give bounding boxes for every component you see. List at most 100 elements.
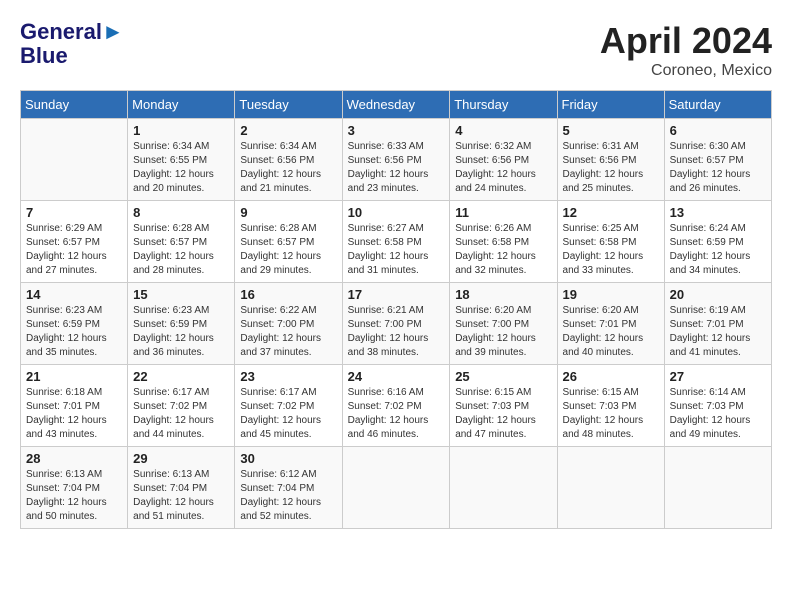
calendar-cell: 27Sunrise: 6:14 AM Sunset: 7:03 PM Dayli… (664, 365, 771, 447)
day-number: 2 (240, 123, 336, 138)
day-info: Sunrise: 6:26 AM Sunset: 6:58 PM Dayligh… (455, 222, 551, 278)
calendar-cell: 7 Sunrise: 6:29 AM Sunset: 6:57 PM Daylig… (21, 201, 128, 283)
day-number: 15 (133, 287, 229, 302)
day-info: Sunrise: 6:18 AM Sunset: 7:01 PM Dayligh… (26, 386, 122, 442)
day-number: 20 (670, 287, 766, 302)
day-number: 12 (563, 205, 659, 220)
weekday-header: Friday (557, 91, 664, 119)
day-info: Sunrise: 6:14 AM Sunset: 7:03 PM Dayligh… (670, 386, 766, 442)
calendar-cell: 19 Sunrise: 6:20 AM Sunset: 7:01 PM Dayli… (557, 283, 664, 365)
day-info: Sunrise: 6:20 AM Sunset: 7:01 PM Dayligh… (563, 304, 659, 360)
logo-text: General►Blue (20, 20, 124, 68)
calendar-week-row: 1Sunrise: 6:34 AM Sunset: 6:55 PM Daylig… (21, 119, 772, 201)
day-info: Sunrise: 6:17 AM Sunset: 7:02 PM Dayligh… (133, 386, 229, 442)
calendar-cell: 30 Sunrise: 6:12 AM Sunset: 7:04 PM Dayli… (235, 447, 342, 529)
day-info: Sunrise: 6:20 AM Sunset: 7:00 PM Dayligh… (455, 304, 551, 360)
day-info: Sunrise: 6:32 AM Sunset: 6:56 PM Dayligh… (455, 140, 551, 196)
day-number: 28 (26, 451, 122, 466)
calendar-week-row: 14 Sunrise: 6:23 AM Sunset: 6:59 PM Dayli… (21, 283, 772, 365)
day-info: Sunrise: 6:29 AM Sunset: 6:57 PM Dayligh… (26, 222, 122, 278)
weekday-header: Saturday (664, 91, 771, 119)
day-info: Sunrise: 6:34 AM Sunset: 6:56 PM Dayligh… (240, 140, 336, 196)
day-number: 29 (133, 451, 229, 466)
calendar-cell: 18 Sunrise: 6:20 AM Sunset: 7:00 PM Dayli… (450, 283, 557, 365)
calendar-cell (342, 447, 450, 529)
day-number: 8 (133, 205, 229, 220)
day-info: Sunrise: 6:28 AM Sunset: 6:57 PM Dayligh… (133, 222, 229, 278)
day-info: Sunrise: 6:12 AM Sunset: 7:04 PM Dayligh… (240, 468, 336, 524)
calendar-cell: 11 Sunrise: 6:26 AM Sunset: 6:58 PM Dayli… (450, 201, 557, 283)
calendar-cell: 17 Sunrise: 6:21 AM Sunset: 7:00 PM Dayli… (342, 283, 450, 365)
day-number: 17 (348, 287, 445, 302)
calendar-week-row: 28 Sunrise: 6:13 AM Sunset: 7:04 PM Dayli… (21, 447, 772, 529)
calendar-cell: 12 Sunrise: 6:25 AM Sunset: 6:58 PM Dayli… (557, 201, 664, 283)
weekday-header: Monday (128, 91, 235, 119)
calendar-cell: 22 Sunrise: 6:17 AM Sunset: 7:02 PM Dayli… (128, 365, 235, 447)
day-info: Sunrise: 6:17 AM Sunset: 7:02 PM Dayligh… (240, 386, 336, 442)
calendar-cell: 15Sunrise: 6:23 AM Sunset: 6:59 PM Dayli… (128, 283, 235, 365)
calendar-cell: 26 Sunrise: 6:15 AM Sunset: 7:03 PM Dayli… (557, 365, 664, 447)
calendar-week-row: 21 Sunrise: 6:18 AM Sunset: 7:01 PM Dayli… (21, 365, 772, 447)
logo: General►Blue (20, 20, 124, 68)
day-info: Sunrise: 6:27 AM Sunset: 6:58 PM Dayligh… (348, 222, 445, 278)
day-number: 21 (26, 369, 122, 384)
day-number: 10 (348, 205, 445, 220)
calendar-cell: 2 Sunrise: 6:34 AM Sunset: 6:56 PM Daylig… (235, 119, 342, 201)
day-number: 14 (26, 287, 122, 302)
weekday-header: Wednesday (342, 91, 450, 119)
day-number: 5 (563, 123, 659, 138)
calendar-cell (557, 447, 664, 529)
day-number: 9 (240, 205, 336, 220)
day-number: 26 (563, 369, 659, 384)
day-number: 25 (455, 369, 551, 384)
weekday-header: Tuesday (235, 91, 342, 119)
calendar-cell (450, 447, 557, 529)
calendar-cell: 20 Sunrise: 6:19 AM Sunset: 7:01 PM Dayli… (664, 283, 771, 365)
title-area: April 2024 Coroneo, Mexico (600, 20, 772, 80)
day-info: Sunrise: 6:23 AM Sunset: 6:59 PM Dayligh… (26, 304, 122, 360)
day-info: Sunrise: 6:15 AM Sunset: 7:03 PM Dayligh… (563, 386, 659, 442)
day-info: Sunrise: 6:25 AM Sunset: 6:58 PM Dayligh… (563, 222, 659, 278)
day-info: Sunrise: 6:28 AM Sunset: 6:57 PM Dayligh… (240, 222, 336, 278)
calendar-cell: 8 Sunrise: 6:28 AM Sunset: 6:57 PM Daylig… (128, 201, 235, 283)
calendar-cell: 9 Sunrise: 6:28 AM Sunset: 6:57 PM Daylig… (235, 201, 342, 283)
day-number: 24 (348, 369, 445, 384)
calendar-cell (21, 119, 128, 201)
calendar-table: SundayMondayTuesdayWednesdayThursdayFrid… (20, 90, 772, 529)
calendar-cell: 4 Sunrise: 6:32 AM Sunset: 6:56 PM Daylig… (450, 119, 557, 201)
day-number: 7 (26, 205, 122, 220)
location-title: Coroneo, Mexico (600, 62, 772, 80)
page-header: General►Blue April 2024 Coroneo, Mexico (20, 20, 772, 80)
day-number: 22 (133, 369, 229, 384)
day-number: 30 (240, 451, 336, 466)
calendar-week-row: 7 Sunrise: 6:29 AM Sunset: 6:57 PM Daylig… (21, 201, 772, 283)
weekday-header: Thursday (450, 91, 557, 119)
calendar-cell: 16Sunrise: 6:22 AM Sunset: 7:00 PM Dayli… (235, 283, 342, 365)
day-number: 3 (348, 123, 445, 138)
calendar-cell: 23 Sunrise: 6:17 AM Sunset: 7:02 PM Dayli… (235, 365, 342, 447)
day-number: 23 (240, 369, 336, 384)
day-info: Sunrise: 6:34 AM Sunset: 6:55 PM Dayligh… (133, 140, 229, 196)
calendar-cell: 1Sunrise: 6:34 AM Sunset: 6:55 PM Daylig… (128, 119, 235, 201)
day-info: Sunrise: 6:21 AM Sunset: 7:00 PM Dayligh… (348, 304, 445, 360)
day-info: Sunrise: 6:15 AM Sunset: 7:03 PM Dayligh… (455, 386, 551, 442)
calendar-cell: 5 Sunrise: 6:31 AM Sunset: 6:56 PM Daylig… (557, 119, 664, 201)
day-info: Sunrise: 6:19 AM Sunset: 7:01 PM Dayligh… (670, 304, 766, 360)
day-info: Sunrise: 6:31 AM Sunset: 6:56 PM Dayligh… (563, 140, 659, 196)
day-number: 13 (670, 205, 766, 220)
day-info: Sunrise: 6:33 AM Sunset: 6:56 PM Dayligh… (348, 140, 445, 196)
day-info: Sunrise: 6:22 AM Sunset: 7:00 PM Dayligh… (240, 304, 336, 360)
calendar-cell: 14 Sunrise: 6:23 AM Sunset: 6:59 PM Dayli… (21, 283, 128, 365)
day-info: Sunrise: 6:13 AM Sunset: 7:04 PM Dayligh… (26, 468, 122, 524)
calendar-cell: 21 Sunrise: 6:18 AM Sunset: 7:01 PM Dayli… (21, 365, 128, 447)
day-number: 4 (455, 123, 551, 138)
calendar-cell: 28 Sunrise: 6:13 AM Sunset: 7:04 PM Dayli… (21, 447, 128, 529)
weekday-header-row: SundayMondayTuesdayWednesdayThursdayFrid… (21, 91, 772, 119)
day-number: 18 (455, 287, 551, 302)
day-number: 6 (670, 123, 766, 138)
day-number: 11 (455, 205, 551, 220)
day-info: Sunrise: 6:30 AM Sunset: 6:57 PM Dayligh… (670, 140, 766, 196)
day-number: 19 (563, 287, 659, 302)
day-info: Sunrise: 6:16 AM Sunset: 7:02 PM Dayligh… (348, 386, 445, 442)
day-info: Sunrise: 6:24 AM Sunset: 6:59 PM Dayligh… (670, 222, 766, 278)
